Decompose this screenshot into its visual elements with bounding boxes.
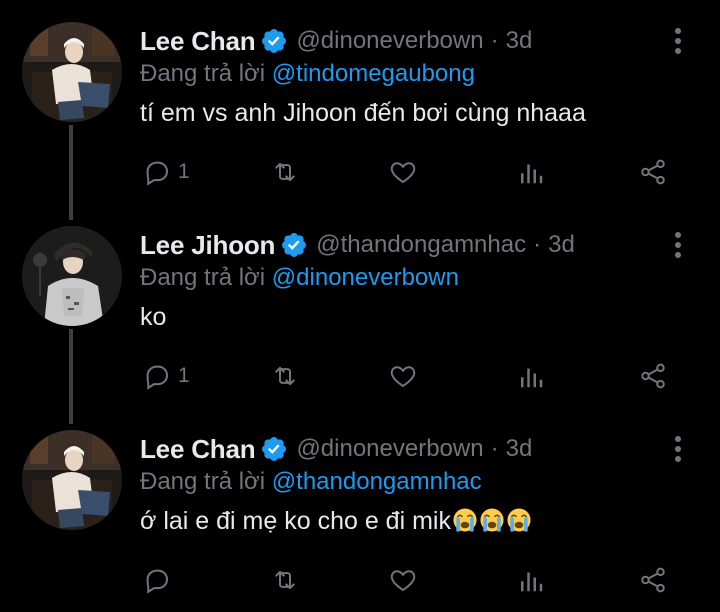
loudly-crying-face-emoji — [506, 507, 532, 533]
analytics-button[interactable] — [516, 562, 546, 598]
verified-badge-icon — [280, 231, 308, 259]
reply-count: 1 — [178, 364, 190, 387]
share-icon — [641, 363, 665, 389]
avatar[interactable] — [22, 226, 122, 326]
share-button[interactable] — [638, 358, 668, 394]
tweet-actions: 1 — [130, 358, 690, 394]
retweet-button[interactable] — [270, 562, 300, 598]
like-button[interactable] — [388, 358, 418, 394]
analytics-bars-icon — [521, 572, 543, 592]
more-options-button[interactable] — [664, 432, 692, 466]
reply-bubble-icon — [146, 161, 169, 186]
display-name[interactable]: Lee Jihoon — [140, 230, 275, 261]
user-handle[interactable]: @dinoneverbown — [296, 27, 483, 55]
retweet-button[interactable] — [270, 154, 300, 190]
share-icon — [641, 567, 665, 593]
display-name[interactable]: Lee Chan — [140, 26, 256, 57]
more-options-button[interactable] — [664, 228, 692, 262]
reply-bubble-icon — [146, 569, 169, 594]
analytics-button[interactable] — [516, 154, 546, 190]
like-button[interactable] — [388, 154, 418, 190]
timestamp[interactable]: 3d — [506, 435, 533, 463]
avatar[interactable] — [22, 22, 122, 122]
tweet[interactable]: Lee Chan @dinoneverbown · 3d Đang trả lờ… — [0, 0, 720, 204]
reply-thread: Lee Chan @dinoneverbown · 3d Đang trả lờ… — [0, 0, 720, 612]
tweet-actions — [130, 562, 690, 598]
heart-icon — [390, 162, 416, 184]
tweet[interactable]: Lee Jihoon @thandongamnhac · 3d Đang trả… — [0, 204, 720, 408]
replying-to-line: Đang trả lời @tindomegaubong — [140, 60, 475, 88]
tweet-header: Lee Jihoon @thandongamnhac · 3d — [140, 228, 575, 262]
tweet-header: Lee Chan @dinoneverbown · 3d — [140, 432, 532, 466]
replying-to-label: Đang trả lời — [140, 60, 266, 87]
retweet-button[interactable] — [270, 358, 300, 394]
replying-to-handle[interactable]: @dinoneverbown — [272, 264, 459, 291]
replying-to-label: Đang trả lời — [140, 264, 266, 291]
share-button[interactable] — [638, 562, 668, 598]
replying-to-handle[interactable]: @thandongamnhac — [272, 468, 482, 495]
heart-icon — [390, 570, 416, 592]
more-options-button[interactable] — [664, 24, 692, 58]
retweet-icon — [275, 570, 295, 590]
more-vertical-icon — [675, 436, 681, 462]
analytics-bars-icon — [521, 368, 543, 388]
timestamp[interactable]: 3d — [506, 27, 533, 55]
reply-button[interactable]: 1 — [142, 358, 190, 394]
display-name[interactable]: Lee Chan — [140, 434, 256, 465]
tweet-text: ớ lai e đi mẹ ko cho e đi mik — [140, 507, 532, 536]
reply-button[interactable]: 1 — [142, 154, 190, 190]
tweet-text: ko — [140, 303, 167, 331]
tweet-actions: 1 — [130, 154, 690, 190]
user-handle[interactable]: @dinoneverbown — [296, 435, 483, 463]
reply-count: 1 — [178, 160, 190, 183]
replying-to-label: Đang trả lời — [140, 468, 266, 495]
more-vertical-icon — [675, 28, 681, 54]
loudly-crying-face-emoji — [452, 507, 478, 533]
separator-dot: · — [490, 435, 499, 462]
avatar[interactable] — [22, 430, 122, 530]
replying-to-handle[interactable]: @tindomegaubong — [272, 60, 475, 87]
separator-dot: · — [533, 231, 542, 258]
verified-badge-icon — [260, 27, 288, 55]
reply-button[interactable] — [142, 562, 172, 598]
share-button[interactable] — [638, 154, 668, 190]
reply-bubble-icon — [146, 365, 169, 390]
emoji-group — [451, 507, 532, 535]
retweet-icon — [275, 162, 295, 182]
tweet[interactable]: Lee Chan @dinoneverbown · 3d Đang trả lờ… — [0, 408, 720, 612]
analytics-bars-icon — [521, 164, 543, 184]
tweet-text: tí em vs anh Jihoon đến bơi cùng nhaaa — [140, 99, 586, 127]
analytics-button[interactable] — [516, 358, 546, 394]
tweet-header: Lee Chan @dinoneverbown · 3d — [140, 24, 532, 58]
loudly-crying-face-emoji — [479, 507, 505, 533]
like-button[interactable] — [388, 562, 418, 598]
share-icon — [641, 159, 665, 185]
replying-to-line: Đang trả lời @dinoneverbown — [140, 264, 459, 292]
tweet-text-body: ớ lai e đi mẹ ko cho e đi mik — [140, 507, 451, 535]
separator-dot: · — [490, 27, 499, 54]
replying-to-line: Đang trả lời @thandongamnhac — [140, 468, 482, 496]
retweet-icon — [275, 366, 295, 386]
user-handle[interactable]: @thandongamnhac — [316, 231, 526, 259]
heart-icon — [390, 366, 416, 388]
verified-badge-icon — [260, 435, 288, 463]
timestamp[interactable]: 3d — [548, 231, 575, 259]
more-vertical-icon — [675, 232, 681, 258]
